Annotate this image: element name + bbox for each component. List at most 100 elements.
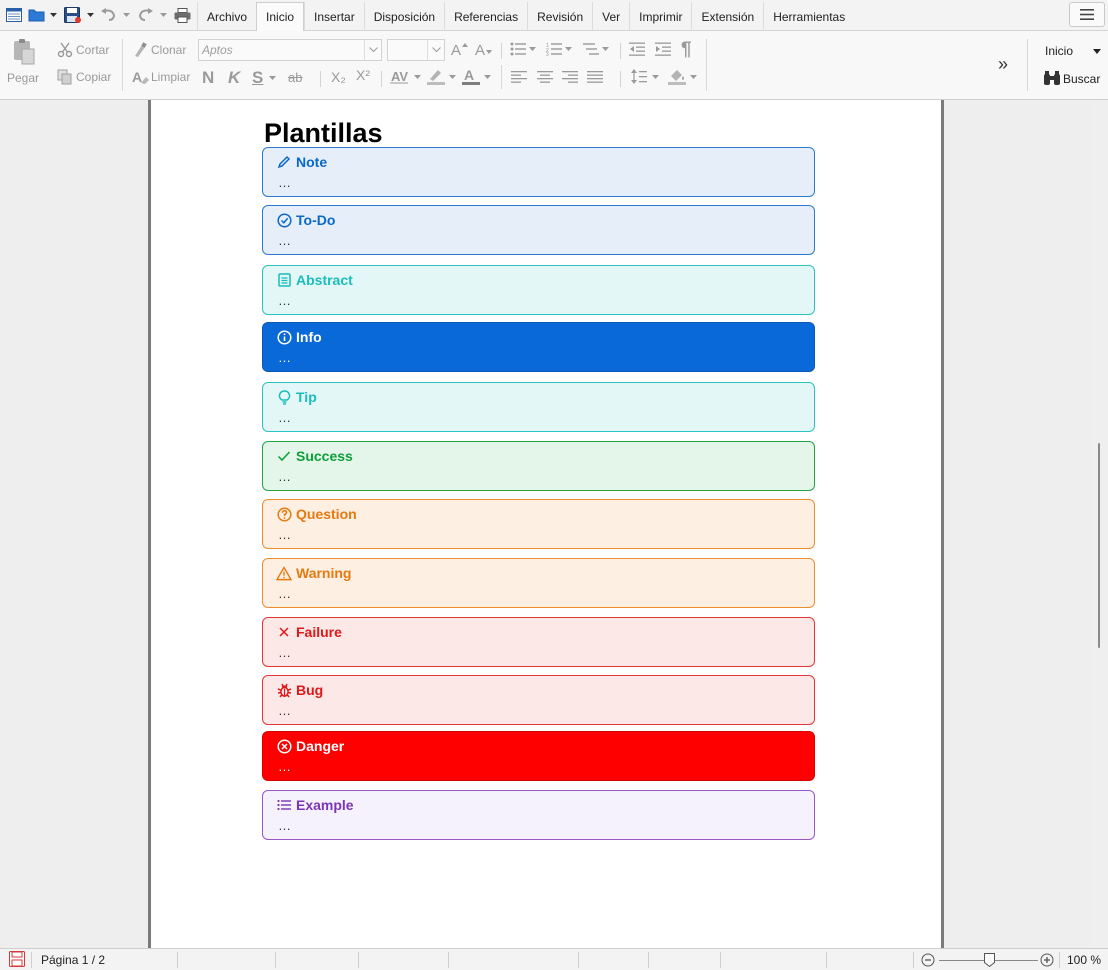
- align-center-button[interactable]: [537, 71, 553, 83]
- save-icon[interactable]: [62, 5, 82, 25]
- callout-success[interactable]: Success …: [262, 441, 815, 491]
- callout-title[interactable]: Success: [296, 448, 353, 464]
- cut-button[interactable]: Cortar: [57, 42, 109, 58]
- find-button[interactable]: Buscar: [1044, 71, 1100, 86]
- print-icon[interactable]: [172, 5, 192, 25]
- open-dropdown-icon[interactable]: [47, 5, 59, 25]
- tab-insertar[interactable]: Insertar: [304, 2, 364, 31]
- bold-button[interactable]: N: [202, 68, 214, 88]
- callout-danger[interactable]: Danger …: [262, 731, 815, 781]
- callout-body[interactable]: …: [278, 293, 292, 308]
- callout-title[interactable]: Note: [296, 154, 327, 170]
- numbered-list-button[interactable]: 123: [546, 42, 572, 56]
- increase-indent-button[interactable]: [655, 42, 671, 56]
- callout-body[interactable]: …: [278, 759, 292, 774]
- redo-icon[interactable]: [135, 5, 155, 25]
- callout-todo[interactable]: To-Do …: [262, 205, 815, 255]
- tab-extension[interactable]: Extensión: [691, 2, 763, 31]
- vertical-scrollbar[interactable]: [1090, 100, 1108, 948]
- undo-icon[interactable]: [98, 5, 118, 25]
- font-name-select[interactable]: Aptos: [198, 39, 382, 61]
- shading-button[interactable]: [668, 68, 697, 85]
- zoom-in-button[interactable]: [1040, 953, 1054, 970]
- undo-dropdown-icon[interactable]: [120, 5, 132, 25]
- callout-note[interactable]: Note …: [262, 147, 815, 197]
- callout-title[interactable]: Example: [296, 797, 354, 813]
- decrease-indent-button[interactable]: [629, 42, 645, 56]
- redo-dropdown-icon[interactable]: [157, 5, 169, 25]
- clear-format-button[interactable]: A Limpiar: [132, 69, 190, 85]
- callout-tip[interactable]: Tip …: [262, 382, 815, 432]
- ribbon-more-button[interactable]: »: [998, 54, 1008, 75]
- callout-title[interactable]: Tip: [296, 389, 317, 405]
- document-page[interactable]: Plantillas Note … To-Do … Abstract … Info … Tip ……: [148, 100, 944, 948]
- new-document-icon[interactable]: [4, 5, 24, 25]
- document-area[interactable]: Plantillas Note … To-Do … Abstract … Info … Tip ……: [0, 100, 1090, 948]
- subscript-button[interactable]: X₂: [331, 69, 346, 85]
- callout-body[interactable]: …: [278, 410, 292, 425]
- grow-font-button[interactable]: A: [451, 41, 469, 57]
- callout-body[interactable]: …: [278, 350, 292, 365]
- font-color-button[interactable]: A: [462, 68, 491, 85]
- callout-body[interactable]: …: [278, 645, 292, 660]
- open-folder-icon[interactable]: [26, 5, 46, 25]
- multilevel-list-button[interactable]: [583, 42, 609, 56]
- callout-warning[interactable]: Warning …: [262, 558, 815, 608]
- callout-title[interactable]: Danger: [296, 738, 344, 754]
- show-formatting-button[interactable]: ¶: [681, 39, 692, 61]
- zoom-out-button[interactable]: [921, 953, 935, 970]
- callout-body[interactable]: …: [278, 527, 292, 542]
- bullet-list-button[interactable]: [510, 42, 536, 56]
- paragraph-style-select[interactable]: Inicio: [1045, 44, 1102, 58]
- shrink-font-button[interactable]: A: [475, 41, 493, 57]
- callout-title[interactable]: Warning: [296, 565, 351, 581]
- italic-button[interactable]: K: [228, 68, 240, 88]
- align-left-button[interactable]: [511, 71, 527, 83]
- zoom-slider-thumb[interactable]: [983, 953, 995, 968]
- clone-format-button[interactable]: Clonar: [132, 42, 186, 58]
- callout-body[interactable]: …: [278, 818, 292, 833]
- align-right-button[interactable]: [562, 71, 578, 83]
- callout-info[interactable]: Info …: [262, 322, 815, 372]
- tab-ver[interactable]: Ver: [592, 2, 629, 31]
- tab-referencias[interactable]: Referencias: [444, 2, 527, 31]
- line-spacing-button[interactable]: [631, 69, 659, 84]
- font-size-select[interactable]: [387, 39, 445, 61]
- callout-bug[interactable]: Bug …: [262, 675, 815, 725]
- callout-failure[interactable]: Failure …: [262, 617, 815, 667]
- paste-button[interactable]: Pegar: [7, 38, 39, 85]
- callout-body[interactable]: …: [278, 469, 292, 484]
- callout-body[interactable]: …: [278, 586, 292, 601]
- callout-title[interactable]: Failure: [296, 624, 342, 640]
- highlight-button[interactable]: [427, 68, 456, 85]
- callout-title[interactable]: Info: [296, 329, 322, 345]
- tab-herramientas[interactable]: Herramientas: [763, 2, 854, 31]
- callout-title[interactable]: To-Do: [296, 212, 335, 228]
- document-save-status-icon[interactable]: [9, 951, 25, 970]
- callout-abstract[interactable]: Abstract …: [262, 265, 815, 315]
- callout-title[interactable]: Abstract: [296, 272, 353, 288]
- page-indicator[interactable]: Página 1 / 2: [41, 953, 105, 967]
- callout-title[interactable]: Question: [296, 506, 357, 522]
- scrollbar-thumb[interactable]: [1098, 443, 1100, 648]
- callout-body[interactable]: …: [278, 175, 292, 190]
- callout-body[interactable]: …: [278, 703, 292, 718]
- tab-inicio[interactable]: Inicio: [256, 2, 305, 31]
- superscript-button[interactable]: X²: [356, 67, 370, 83]
- strikethrough-button[interactable]: ab: [288, 70, 302, 85]
- save-dropdown-icon[interactable]: [84, 5, 96, 25]
- document-title[interactable]: Plantillas: [264, 118, 383, 149]
- callout-body[interactable]: …: [278, 233, 292, 248]
- callout-example[interactable]: Example …: [262, 790, 815, 840]
- callout-question[interactable]: Question …: [262, 499, 815, 549]
- main-menu-button[interactable]: [1069, 2, 1105, 27]
- callout-title[interactable]: Bug: [296, 682, 323, 698]
- tab-archivo[interactable]: Archivo: [197, 2, 256, 31]
- character-spacing-button[interactable]: AV: [390, 69, 421, 84]
- tab-imprimir[interactable]: Imprimir: [629, 2, 691, 31]
- zoom-level[interactable]: 100 %: [1067, 953, 1101, 967]
- justify-button[interactable]: [587, 71, 603, 83]
- tab-revision[interactable]: Revisión: [527, 2, 592, 31]
- underline-button[interactable]: S: [252, 68, 277, 88]
- tab-disposicion[interactable]: Disposición: [363, 2, 444, 31]
